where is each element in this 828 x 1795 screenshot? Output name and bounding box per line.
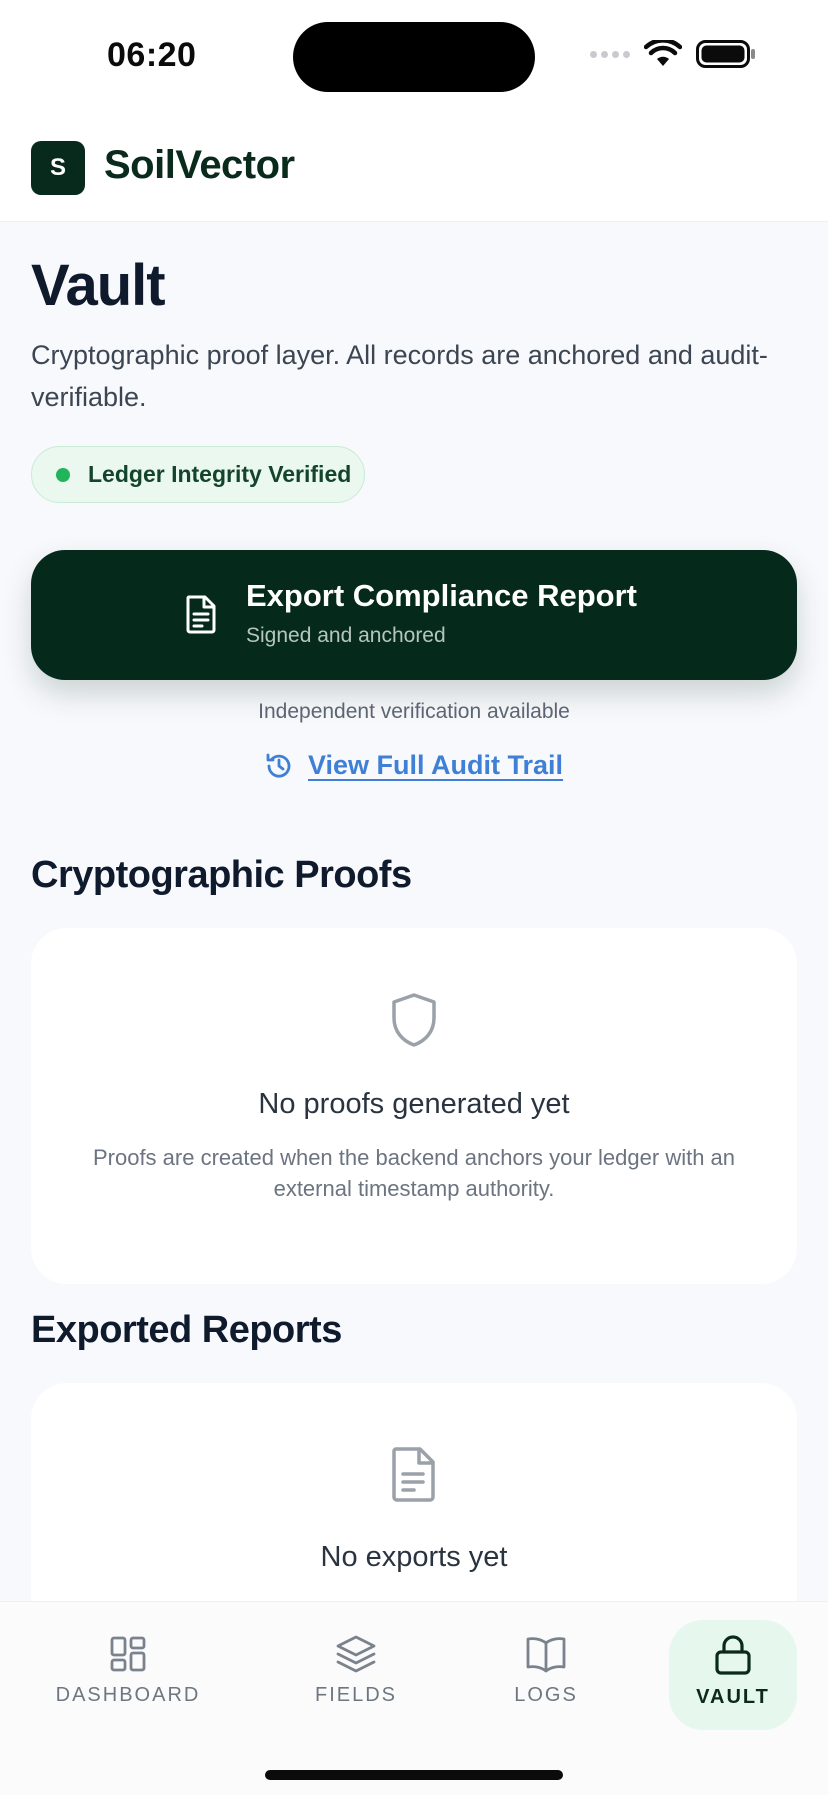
app-logo[interactable]: S	[31, 141, 85, 195]
battery-icon	[696, 40, 755, 68]
tab-label: DASHBOARD	[55, 1684, 201, 1706]
brand-name: SoilVector	[104, 143, 295, 187]
proofs-section-title: Cryptographic Proofs	[31, 854, 412, 896]
reports-section-title: Exported Reports	[31, 1309, 342, 1351]
tab-vault[interactable]: VAULT	[669, 1620, 797, 1730]
shield-icon	[392, 993, 436, 1047]
page-title: Vault	[31, 253, 166, 318]
layers-icon	[336, 1635, 376, 1673]
tab-label: FIELDS	[314, 1684, 398, 1706]
tab-fields[interactable]: FIELDS	[296, 1620, 416, 1730]
app-header: S SoilVector	[0, 110, 828, 222]
tab-label: VAULT	[696, 1686, 770, 1708]
export-button-subtitle: Signed and anchored	[246, 624, 446, 647]
tab-dashboard[interactable]: DASHBOARD	[48, 1620, 208, 1730]
history-icon	[266, 753, 291, 778]
export-compliance-report-button[interactable]: Export Compliance Report Signed and anch…	[31, 550, 797, 680]
page-subtitle: Cryptographic proof layer. All records a…	[31, 340, 768, 412]
proofs-empty-card: No proofs generated yet Proofs are creat…	[31, 928, 797, 1284]
lock-icon	[715, 1635, 751, 1675]
cellular-signal-icon	[590, 50, 630, 58]
status-icons	[590, 40, 756, 68]
audit-link-label: View Full Audit Trail	[308, 750, 564, 780]
proofs-empty-title: No proofs generated yet	[258, 1088, 570, 1120]
status-bar: 06:20	[0, 0, 828, 110]
reports-empty-title: No exports yet	[320, 1541, 508, 1573]
badge-label: Ledger Integrity Verified	[88, 461, 352, 487]
verification-note: Independent verification available	[258, 700, 570, 723]
tab-label: LOGS	[514, 1684, 578, 1706]
wifi-icon	[644, 40, 682, 66]
ledger-integrity-badge: Ledger Integrity Verified	[31, 446, 365, 503]
home-indicator[interactable]	[265, 1770, 563, 1780]
tab-logs[interactable]: LOGS	[496, 1620, 596, 1730]
logo-letter: S	[49, 154, 66, 181]
export-button-title: Export Compliance Report	[246, 578, 637, 613]
bottom-tab-bar: DASHBOARD FIELDS LOGS VAULT	[0, 1601, 828, 1795]
grid-icon	[110, 1636, 146, 1672]
book-icon	[526, 1637, 566, 1673]
document-icon	[392, 1447, 435, 1502]
view-audit-trail-link[interactable]: View Full Audit Trail	[264, 750, 563, 781]
status-dot-icon	[56, 467, 70, 482]
proofs-empty-description: Proofs are created when the backend anch…	[92, 1145, 736, 1201]
document-icon	[186, 595, 216, 634]
status-time: 06:20	[107, 36, 197, 74]
dynamic-island	[293, 22, 535, 92]
